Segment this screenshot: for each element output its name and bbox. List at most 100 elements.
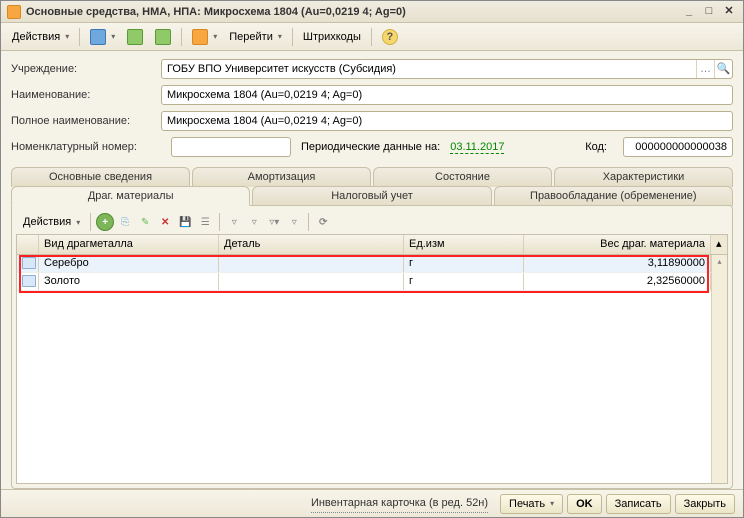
grid-scroll-top[interactable]: ▴: [711, 235, 727, 254]
org-label: Учреждение:: [11, 63, 161, 75]
filter-2-button[interactable]: ▿: [245, 213, 263, 231]
window-title: Основные средства, НМА, НПА: Микросхема …: [26, 6, 677, 18]
main-toolbar: Действия ▾ ▾ ▾ Перейти ▾ Штрихкоды ?: [1, 23, 743, 51]
org-input[interactable]: ГОБУ ВПО Университет искусств (Субсидия)…: [161, 59, 733, 79]
chevron-down-icon: ▾: [65, 32, 69, 41]
save-icon-button[interactable]: ▾: [85, 26, 120, 48]
tab-chars[interactable]: Характеристики: [554, 167, 733, 187]
code-input[interactable]: 000000000000038: [623, 137, 733, 157]
nomenk-input[interactable]: [171, 137, 291, 157]
table-row[interactable]: Серебро г 3,11890000: [17, 255, 727, 273]
structure-button[interactable]: ▾: [187, 26, 222, 48]
filter-1-button[interactable]: ▿: [225, 213, 243, 231]
tab-ownership[interactable]: Правообладание (обременение): [494, 186, 733, 206]
tab-amort[interactable]: Амортизация: [192, 167, 371, 187]
filter-clear-button[interactable]: ▿: [285, 213, 303, 231]
add-row-button[interactable]: +: [96, 213, 114, 231]
footer-bar: Инвентарная карточка (в ред. 52н) Печать…: [1, 489, 743, 517]
periodic-date-link[interactable]: 03.11.2017: [450, 141, 504, 154]
help-button[interactable]: ?: [377, 26, 403, 48]
grid-header: Вид драгметалла Деталь Ед.изм Вес драг. …: [17, 235, 727, 255]
table-row[interactable]: Золото г 2,32560000: [17, 273, 727, 291]
arrow-left-icon: [127, 29, 143, 45]
grid-header-weight[interactable]: Вес драг. материала: [524, 235, 711, 254]
tab-main-info[interactable]: Основные сведения: [11, 167, 190, 187]
actions-label: Действия: [12, 31, 60, 43]
precious-materials-grid: Вид драгметалла Деталь Ед.изм Вес драг. …: [16, 234, 728, 484]
vertical-scrollbar[interactable]: ▴: [711, 255, 727, 483]
grid-header-type[interactable]: Вид драгметалла: [39, 235, 219, 254]
go-label: Перейти: [229, 31, 273, 43]
tab-tax[interactable]: Налоговый учет: [252, 186, 491, 206]
folder-icon: [192, 29, 208, 45]
create-from-button[interactable]: [150, 26, 176, 48]
tab-state[interactable]: Состояние: [373, 167, 552, 187]
tab-row-2: Драг. материалы Налоговый учет Правообла…: [11, 186, 733, 206]
filter-dropdown-button[interactable]: ▿▾: [265, 213, 283, 231]
chevron-down-icon: ▾: [278, 32, 282, 41]
print-label: Печать: [509, 495, 545, 513]
toggle-tree-button[interactable]: ☰: [196, 213, 214, 231]
name-input[interactable]: Микросхема 1804 (Au=0,0219 4; Ag=0): [161, 85, 733, 105]
separator: [181, 28, 182, 46]
cell-unit[interactable]: г: [404, 273, 524, 290]
reread-button[interactable]: [122, 26, 148, 48]
fullname-label: Полное наименование:: [11, 115, 161, 127]
scroll-up-icon[interactable]: ▴: [712, 255, 727, 270]
close-window-button[interactable]: ✕: [721, 5, 737, 19]
separator: [308, 213, 309, 231]
cell-weight[interactable]: 2,32560000: [524, 273, 711, 290]
tab-panel-precious-materials: Действия▾ + ⎘ ✎ ✕ 💾 ☰ ▿ ▿ ▿▾ ▿ ⟳: [11, 205, 733, 489]
go-menu[interactable]: Перейти ▾: [224, 26, 287, 48]
cell-weight[interactable]: 3,11890000: [524, 255, 711, 272]
row-icon: [22, 257, 36, 269]
tab-precious-materials[interactable]: Драг. материалы: [11, 186, 250, 206]
search-button[interactable]: 🔍: [714, 60, 732, 78]
chevron-down-icon: ▾: [213, 32, 217, 41]
minimize-button[interactable]: _: [681, 5, 697, 19]
barcodes-button[interactable]: Штрихкоды: [298, 26, 366, 48]
grid-header-detail[interactable]: Деталь: [219, 235, 404, 254]
grid-actions-menu[interactable]: Действия▾: [18, 211, 85, 233]
actions-menu[interactable]: Действия ▾: [7, 26, 74, 48]
help-icon: ?: [382, 29, 398, 45]
separator: [79, 28, 80, 46]
fullname-input[interactable]: Микросхема 1804 (Au=0,0219 4; Ag=0): [161, 111, 733, 131]
app-icon: [7, 5, 21, 19]
chevron-down-icon: ▾: [76, 218, 80, 227]
grid-toolbar: Действия▾ + ⎘ ✎ ✕ 💾 ☰ ▿ ▿ ▿▾ ▿ ⟳: [16, 210, 728, 234]
row-icon: [22, 275, 36, 287]
save-icon: [90, 29, 106, 45]
save-grid-button[interactable]: 💾: [176, 213, 194, 231]
tabs-container: Основные сведения Амортизация Состояние …: [1, 167, 743, 489]
arrow-right-icon: [155, 29, 171, 45]
grid-header-unit[interactable]: Ед.изм: [404, 235, 524, 254]
maximize-button[interactable]: □: [701, 5, 717, 19]
edit-row-button[interactable]: ✎: [136, 213, 154, 231]
code-label: Код:: [585, 141, 607, 153]
ellipsis-button[interactable]: …: [696, 60, 714, 78]
cell-detail[interactable]: [219, 273, 404, 290]
grid-header-icon[interactable]: [17, 235, 39, 254]
refresh-button[interactable]: ⟳: [314, 213, 332, 231]
periodic-label: Периодические данные на:: [301, 141, 440, 153]
title-bar: Основные средства, НМА, НПА: Микросхема …: [1, 1, 743, 23]
print-button[interactable]: Печать▾: [500, 494, 563, 514]
cell-unit[interactable]: г: [404, 255, 524, 272]
separator: [292, 28, 293, 46]
cell-detail[interactable]: [219, 255, 404, 272]
cell-type[interactable]: Золото: [39, 273, 219, 290]
separator: [90, 213, 91, 231]
save-button[interactable]: Записать: [606, 494, 671, 514]
inventory-card-link[interactable]: Инвентарная карточка (в ред. 52н): [311, 494, 488, 513]
cell-type[interactable]: Серебро: [39, 255, 219, 272]
close-button[interactable]: Закрыть: [675, 494, 735, 514]
form-area: Учреждение: ГОБУ ВПО Университет искусст…: [1, 51, 743, 167]
name-label: Наименование:: [11, 89, 161, 101]
copy-row-button[interactable]: ⎘: [116, 213, 134, 231]
nomenk-label: Номенклатурный номер:: [11, 141, 161, 153]
delete-row-button[interactable]: ✕: [156, 213, 174, 231]
ok-button[interactable]: OK: [567, 494, 602, 514]
barcodes-label: Штрихкоды: [303, 31, 361, 43]
tab-row-1: Основные сведения Амортизация Состояние …: [11, 167, 733, 187]
